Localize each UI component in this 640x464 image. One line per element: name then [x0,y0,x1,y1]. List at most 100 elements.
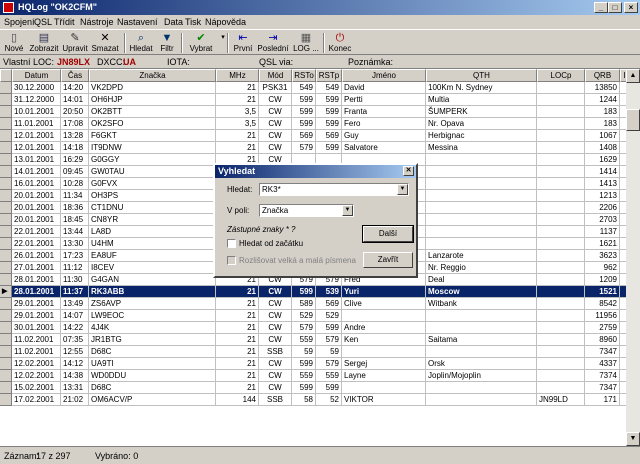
table-row[interactable]: 11.02.200112:55D68C21SSB595973475339BB [0,346,626,358]
row-indicator[interactable] [0,238,12,250]
table-cell: 559 [292,334,316,346]
table-row[interactable]: 12.01.2001 13:28 F6GKT 21 CW 569 569 Guy Herbign… [0,130,626,142]
row-indicator[interactable] [0,94,12,106]
first-button[interactable]: ⇤ První [230,31,256,55]
column-header[interactable]: LOCp [537,69,585,82]
row-indicator[interactable] [0,130,12,142]
minimize-button[interactable]: _ [594,2,608,13]
menu-nastroje[interactable]: Nástroje [80,17,114,27]
chevron-down-icon[interactable]: ▼ [342,205,353,216]
case-sensitive-checkbox[interactable] [227,256,236,265]
menu-tisk[interactable]: Tisk [185,17,201,27]
table-row[interactable]: 12.01.2001 14:18 IT9DNW 21 CW 579 599 Salvatore… [0,142,626,154]
dialog-close-icon[interactable]: ✕ [403,166,414,176]
table-row[interactable]: 10.01.2001 20:50 OK2BTT 3,5 CW 599 599 Franta ŠU… [0,106,626,118]
row-indicator[interactable] [0,190,12,202]
menu-napoveda[interactable]: Nápověda [205,17,246,27]
filter-button[interactable]: ▼ Filtr [157,31,177,55]
menu-qsl[interactable]: QSL [34,17,52,27]
table-cell: ZS6AVP [89,298,216,310]
exit-button[interactable]: ⏻ Konec [326,31,354,55]
menu-spojeni[interactable]: Spojení [4,17,35,27]
menu-tridit[interactable]: Třídit [54,17,75,27]
row-indicator[interactable] [0,118,12,130]
table-cell [537,262,585,274]
column-header[interactable]: QTH [426,69,537,82]
row-indicator[interactable] [0,154,12,166]
row-indicator[interactable] [0,82,12,94]
table-row[interactable]: 11.02.2001 07:35 JR1BTG 21 CW 559 579 Ken Saitam… [0,334,626,346]
row-indicator[interactable] [0,178,12,190]
column-header[interactable]: Mód [259,69,292,82]
row-indicator[interactable] [0,106,12,118]
view-button[interactable]: ▤ Zobrazit [28,31,60,55]
row-indicator[interactable] [0,202,12,214]
table-row[interactable]: 30.12.2000 14:20 VK2DPD 21 PSK31 549 549 David 1… [0,82,626,94]
table-row[interactable]: 15.02.200113:31D68C21CW59959973475339BB [0,382,626,394]
row-indicator[interactable] [0,382,12,394]
row-indicator[interactable] [0,274,12,286]
scroll-down-button[interactable]: ▼ [626,432,640,446]
column-header[interactable]: Značka [89,69,216,82]
close-window-button[interactable]: × [624,2,638,13]
chevron-down-icon[interactable]: ▼ [397,184,408,195]
table-cell: 4J4K [89,322,216,334]
row-indicator[interactable] [0,298,12,310]
maximize-button[interactable]: □ [608,2,622,13]
row-indicator[interactable] [0,214,12,226]
column-header[interactable]: RSTo [292,69,316,82]
row-indicator[interactable] [0,262,12,274]
search-button[interactable]: ⌕ Hledat [127,31,155,55]
table-row[interactable]: 12.02.2001 14:12 UA9TI 21 CW 599 579 Sergej Orsk… [0,358,626,370]
row-indicator[interactable] [0,226,12,238]
column-header[interactable]: MHz [216,69,259,82]
row-indicator[interactable] [0,370,12,382]
table-cell: Nr. Reggio [426,262,537,274]
search-input[interactable]: RK3* ▼ [259,183,409,196]
delete-button[interactable]: ✕ Smazat [90,31,120,55]
edit-button[interactable]: ✎ Upravit [61,31,89,55]
row-indicator[interactable] [0,142,12,154]
column-header[interactable]: RSTp [316,69,342,82]
table-cell: 13.01.2001 [12,154,61,166]
row-indicator[interactable]: ▶ [0,286,12,298]
table-row[interactable]: ▶ 28.01.2001 11:37 RK3ABB 21 CW 599 539 Yuri Mosc… [0,286,626,298]
scroll-up-button[interactable]: ▲ [626,69,640,83]
log-button[interactable]: ▦ LOG ... [291,31,321,55]
menu-data[interactable]: Data [164,17,183,27]
select-button[interactable]: ✔ Vybrat [186,31,216,55]
row-indicator[interactable] [0,334,12,346]
row-indicator[interactable] [0,310,12,322]
table-row[interactable]: 31.12.2000 14:01 OH6HJP 21 CW 599 599 Pertti Mul… [0,94,626,106]
close-button[interactable]: Zavřít [363,252,413,268]
row-indicator[interactable] [0,394,12,406]
table-row[interactable]: 29.01.2001 13:49 ZS6AVP 21 CW 589 569 Clive Witb… [0,298,626,310]
from-start-checkbox[interactable] [227,239,236,248]
vertical-scrollbar[interactable]: ▲ ▼ [626,69,640,446]
last-button[interactable]: ⇥ Poslední [257,31,289,55]
row-indicator[interactable] [0,346,12,358]
select-dropdown-button[interactable]: ▾ [216,31,225,55]
table-row[interactable]: 12.02.2001 14:38 WD0DDU 21 CW 559 559 Layne Jopl… [0,370,626,382]
table-cell: 529 [292,310,316,322]
row-indicator[interactable] [0,322,12,334]
table-cell: Sergej [342,358,426,370]
table-row[interactable]: 17.02.2001 21:02 OM6ACV/P 144 SSB 58 52 VIKTOR J… [0,394,626,406]
menu-nastaveni[interactable]: Nastavení [117,17,158,27]
next-button[interactable]: Další [362,225,414,243]
column-header[interactable]: Čas [61,69,89,82]
row-indicator[interactable] [0,358,12,370]
table-cell: 14:07 [61,310,89,322]
row-indicator[interactable] [0,250,12,262]
row-indicator[interactable] [0,166,12,178]
column-header[interactable]: Jméno [342,69,426,82]
table-cell: Joplin/Mojoplin [426,370,537,382]
field-select[interactable]: Značka ▼ [259,204,354,217]
new-button[interactable]: ▯ Nové [3,31,25,55]
table-row[interactable]: 11.01.2001 17:08 OK2SFO 3,5 CW 599 599 Fero Nr. … [0,118,626,130]
table-row[interactable]: 30.01.200114:224J4K21CW579599Andre275929… [0,322,626,334]
column-header[interactable]: Datum [12,69,61,82]
column-header[interactable]: QRB [585,69,620,82]
scroll-thumb[interactable] [626,109,640,131]
table-row[interactable]: 29.01.200114:07LW9EOC21CW529529119561413… [0,310,626,322]
